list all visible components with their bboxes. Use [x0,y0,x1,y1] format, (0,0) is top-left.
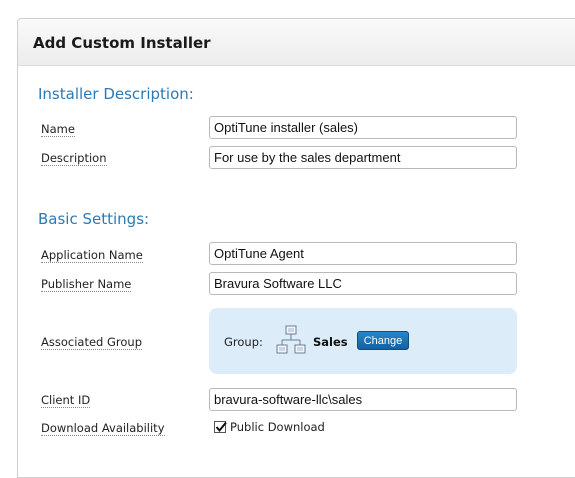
associated-group-label: Associated Group [41,335,143,350]
change-group-button[interactable]: Change [357,331,409,350]
name-input[interactable] [209,116,517,139]
client-id-label: Client ID [41,393,91,408]
org-chart-icon [275,324,307,356]
panel-header: Add Custom Installer [18,19,575,66]
group-name: Sales [313,335,348,349]
panel-title: Add Custom Installer [33,34,211,52]
publisher-name-label: Publisher Name [41,277,132,292]
associated-group-box: Group: Sales Change [209,308,517,374]
public-download-checkbox[interactable] [214,421,227,433]
publisher-name-input[interactable] [209,272,517,295]
name-label: Name [41,122,75,137]
checkmark-icon [215,421,227,433]
installer-description-heading: Installer Description: [38,85,194,103]
description-input[interactable] [209,146,517,169]
group-prefix-label: Group: [224,335,263,349]
public-download-label: Public Download [230,420,325,434]
description-label: Description [41,151,107,166]
basic-settings-heading: Basic Settings: [38,210,150,228]
application-name-label: Application Name [41,248,143,263]
client-id-input[interactable] [209,388,517,411]
public-download-option[interactable]: Public Download [214,420,325,434]
add-custom-installer-panel: Add Custom Installer Installer Descripti… [17,18,575,478]
application-name-input[interactable] [209,242,517,265]
download-availability-label: Download Availability [41,421,165,436]
